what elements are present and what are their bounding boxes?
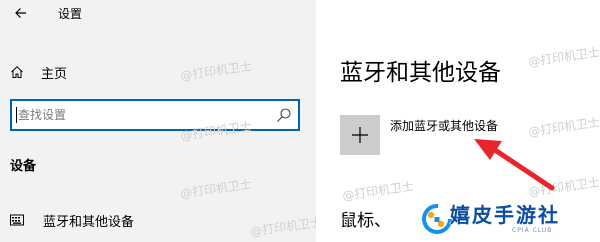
add-device-button[interactable] [340, 115, 380, 155]
sidebar-item-home[interactable]: 主页 [10, 61, 160, 83]
section-header-devices: 设备 [10, 159, 37, 174]
page-title: 蓝牙和其他设备 [340, 60, 501, 86]
sidebar-item-home-label: 主页 [41, 66, 68, 82]
logo-text: 嬉皮手游社 [450, 203, 560, 228]
logo-subtext: CPIA CLUB [512, 227, 553, 234]
logo-mark-icon [422, 204, 452, 234]
back-button[interactable] [10, 2, 32, 24]
window-title: 设置 [58, 7, 83, 21]
search-icon[interactable] [276, 107, 292, 123]
search-box[interactable] [10, 99, 300, 131]
section-heading-mouse: 鼠标、 [340, 211, 391, 231]
search-input[interactable] [18, 102, 258, 128]
back-arrow-icon [15, 8, 26, 18]
watermark: @打印机卫士 [341, 179, 415, 203]
brand-logo: 嬉皮手游社 CPIA CLUB [420, 196, 600, 242]
watermark: @打印机卫士 [527, 115, 600, 139]
add-device-label[interactable]: 添加蓝牙或其他设备 [390, 117, 498, 134]
keyboard-icon [10, 214, 24, 226]
sidebar-item-bluetooth[interactable]: 蓝牙和其他设备 [10, 208, 210, 232]
watermark: @打印机卫士 [249, 215, 323, 239]
home-icon [11, 66, 23, 78]
plus-icon [352, 127, 368, 143]
watermark: @打印机卫士 [179, 177, 253, 201]
watermark: @打印机卫士 [527, 45, 600, 69]
text-cursor [16, 107, 17, 123]
sidebar: 设置 主页 设备 蓝牙和其他设备 @打印机卫士 @打印机 [0, 0, 323, 242]
watermark: @打印机卫士 [179, 59, 253, 83]
sidebar-item-bluetooth-label: 蓝牙和其他设备 [43, 214, 135, 230]
